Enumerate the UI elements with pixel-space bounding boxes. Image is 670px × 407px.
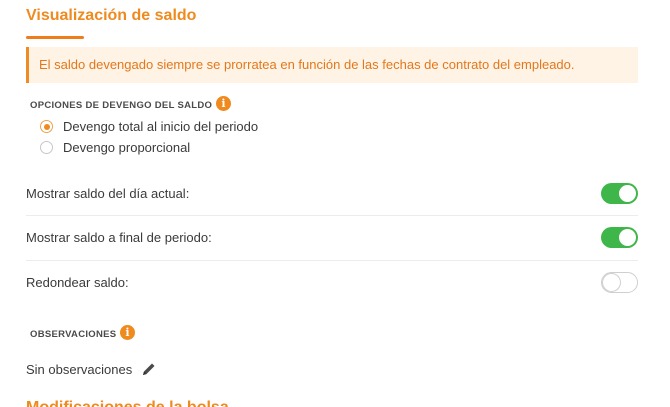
toggle-knob [619, 185, 636, 202]
info-icon[interactable]: i [216, 96, 231, 111]
setting-label: Redondear saldo: [26, 275, 129, 290]
info-icon[interactable]: i [120, 325, 135, 340]
setting-label: Mostrar saldo del día actual: [26, 186, 190, 201]
radio-button[interactable] [40, 141, 53, 154]
toggle-show-current-balance[interactable] [601, 183, 638, 204]
setting-label: Mostrar saldo a final de periodo: [26, 230, 212, 245]
toggle-round-balance[interactable] [601, 272, 638, 293]
radio-button-selected[interactable] [40, 120, 53, 133]
setting-show-period-end-balance: Mostrar saldo a final de periodo: [26, 216, 638, 260]
radio-label: Devengo total al inicio del periodo [63, 119, 259, 134]
title-underline [26, 36, 84, 39]
info-banner: El saldo devengado siempre se prorratea … [26, 47, 638, 83]
radio-label: Devengo proporcional [63, 140, 191, 155]
observations-label: OBSERVACIONES [30, 329, 117, 340]
info-banner-text: El saldo devengado siempre se prorratea … [39, 57, 575, 72]
setting-round-balance: Redondear saldo: [26, 261, 638, 305]
toggle-knob [619, 229, 636, 246]
observations-value: Sin observaciones [26, 362, 133, 377]
pencil-icon[interactable] [141, 361, 157, 377]
toggle-show-period-end-balance[interactable] [601, 227, 638, 248]
accrual-options-label: OPCIONES DE DEVENGO DEL SALDO [30, 100, 213, 111]
toggle-knob [603, 274, 620, 291]
next-section-title: Modificaciones de la bolsa [26, 399, 229, 407]
balance-display-panel: Visualización de saldo El saldo devengad… [0, 0, 670, 407]
section-title: Visualización de saldo [26, 7, 197, 24]
setting-show-current-balance: Mostrar saldo del día actual: [26, 172, 638, 216]
